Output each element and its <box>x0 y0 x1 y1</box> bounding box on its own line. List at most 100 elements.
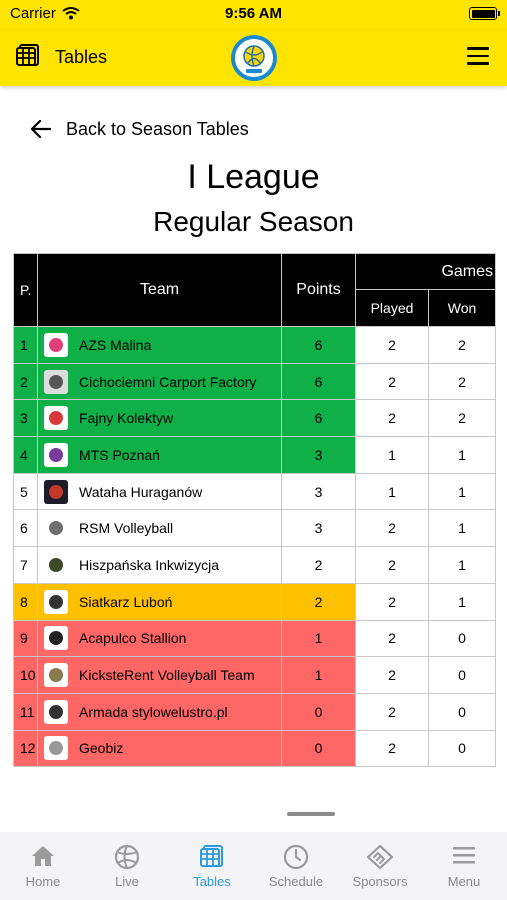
tab-menu[interactable]: Menu <box>424 832 504 900</box>
tab-tables[interactable]: Tables <box>172 832 252 900</box>
table-row[interactable]: 6 RSM Volleyball 3 2 1 <box>13 509 497 548</box>
won-cell: 1 <box>427 436 497 474</box>
table-row[interactable]: 10 KicksteRent Volleyball Team 1 2 0 <box>13 656 497 694</box>
team-name: Siatkarz Luboń <box>79 593 173 610</box>
top-navigation-bar: Tables <box>0 30 507 86</box>
volleyball-league-logo[interactable] <box>230 34 278 82</box>
points-cell: 1 <box>281 656 356 694</box>
table-row[interactable]: 9 Acapulco Stallion 1 2 0 <box>13 619 497 658</box>
points-cell: 3 <box>281 436 356 474</box>
won-cell: 0 <box>427 656 497 694</box>
team-logo <box>44 479 68 504</box>
points-cell: 0 <box>281 692 356 731</box>
table-row[interactable]: 4 MTS Poznań 3 1 1 <box>13 436 497 474</box>
team-cell[interactable]: AZS Malina <box>37 326 282 364</box>
tab-live-label: Live <box>115 874 139 889</box>
team-cell[interactable]: Wataha Huraganów <box>37 472 282 511</box>
team-cell[interactable]: Siatkarz Luboń <box>37 582 282 621</box>
team-name: Armada stylowelustro.pl <box>79 703 228 720</box>
hamburger-menu-icon[interactable] <box>467 47 489 65</box>
tab-sponsors[interactable]: Sponsors <box>340 832 420 900</box>
team-cell[interactable]: Armada stylowelustro.pl <box>37 692 282 731</box>
position-cell: 9 <box>13 619 38 658</box>
points-cell: 0 <box>281 729 356 768</box>
arrow-left-icon <box>30 119 52 139</box>
tab-sponsors-label: Sponsors <box>352 874 408 889</box>
tab-tables-label: Tables <box>193 874 231 889</box>
points-column-header: Points <box>281 253 356 327</box>
back-link-label: Back to Season Tables <box>66 118 249 139</box>
season-title: Regular Season <box>153 206 354 237</box>
team-cell[interactable]: KicksteRent Volleyball Team <box>37 656 282 694</box>
table-row[interactable]: 12 Geobiz 0 2 0 <box>13 729 497 768</box>
points-cell: 6 <box>281 399 356 438</box>
team-logo <box>44 516 68 541</box>
team-cell[interactable]: Acapulco Stallion <box>37 619 282 658</box>
table-row[interactable]: 3 Fajny Kolektyw 6 2 2 <box>13 399 497 438</box>
table-row[interactable]: 11 Armada stylowelustro.pl 0 2 0 <box>13 692 497 731</box>
position-cell: 1 <box>13 326 38 364</box>
table-row[interactable]: 8 Siatkarz Luboń 2 2 1 <box>13 582 497 621</box>
team-logo <box>44 736 68 761</box>
played-cell: 2 <box>355 656 429 694</box>
points-cell: 6 <box>281 362 356 401</box>
team-name: Cichociemni Carport Factory <box>79 373 257 390</box>
standings-table: P. Team Points Games Played Won 1 AZS Mal… <box>13 253 497 768</box>
page-title: Tables <box>55 47 108 67</box>
won-column-header: Won <box>427 289 497 327</box>
tab-home-label: Home <box>25 874 61 889</box>
hamburger-menu-icon <box>453 847 475 864</box>
played-cell: 2 <box>355 326 429 364</box>
team-cell[interactable]: Hiszpańska Inkwizycja <box>37 546 282 584</box>
won-cell: 0 <box>427 619 497 658</box>
team-name: Hiszpańska Inkwizycja <box>79 556 220 573</box>
table-grid-icon <box>200 845 223 867</box>
tab-menu-label: Menu <box>447 874 481 889</box>
points-cell: 2 <box>281 582 356 621</box>
games-column-header: Games <box>354 253 497 290</box>
won-cell: 0 <box>427 729 497 768</box>
team-name: RSM Volleyball <box>79 520 174 537</box>
team-cell[interactable]: RSM Volleyball <box>37 509 282 548</box>
points-cell: 1 <box>281 619 356 658</box>
position-cell: 7 <box>13 546 38 584</box>
table-row[interactable]: 7 Hiszpańska Inkwizycja 2 2 1 <box>13 546 497 584</box>
won-cell: 2 <box>427 362 497 401</box>
team-cell[interactable]: MTS Poznań <box>37 436 282 474</box>
team-name: MTS Poznań <box>79 446 160 463</box>
points-cell: 6 <box>281 326 356 364</box>
won-cell: 0 <box>427 692 497 731</box>
handshake-icon <box>366 844 394 870</box>
position-cell: 10 <box>13 656 38 694</box>
team-logo <box>44 626 68 651</box>
won-cell: 2 <box>427 326 497 364</box>
position-cell: 4 <box>13 436 38 474</box>
position-cell: 6 <box>13 509 38 548</box>
table-row[interactable]: 5 Wataha Huraganów 3 1 1 <box>13 472 497 511</box>
position-cell: 8 <box>13 582 38 621</box>
played-cell: 2 <box>355 692 429 731</box>
played-cell: 1 <box>355 436 429 474</box>
team-name: Fajny Kolektyw <box>79 410 174 427</box>
team-cell[interactable]: Cichociemni Carport Factory <box>37 362 282 401</box>
tab-home[interactable]: Home <box>3 832 83 900</box>
team-logo <box>44 552 68 577</box>
played-cell: 2 <box>355 362 429 401</box>
played-column-header: Played <box>355 289 429 327</box>
won-cell: 1 <box>427 582 497 621</box>
team-cell[interactable]: Geobiz <box>37 729 282 768</box>
played-cell: 2 <box>355 729 429 768</box>
team-cell[interactable]: Fajny Kolektyw <box>37 399 282 438</box>
team-name: Acapulco Stallion <box>79 630 187 647</box>
points-cell: 3 <box>281 509 356 548</box>
team-logo <box>44 699 68 724</box>
clock-icon <box>283 844 309 870</box>
team-logo <box>44 442 68 467</box>
back-to-season-tables-link[interactable]: Back to Season Tables <box>30 116 249 142</box>
tab-schedule[interactable]: Schedule <box>256 832 336 900</box>
status-bar: Carrier 9:56 AM <box>0 0 507 30</box>
table-row[interactable]: 2 Cichociemni Carport Factory 6 2 2 <box>13 362 497 401</box>
team-logo <box>44 332 68 357</box>
tab-live[interactable]: Live <box>87 832 167 900</box>
table-row[interactable]: 1 AZS Malina 6 2 2 <box>13 326 497 364</box>
